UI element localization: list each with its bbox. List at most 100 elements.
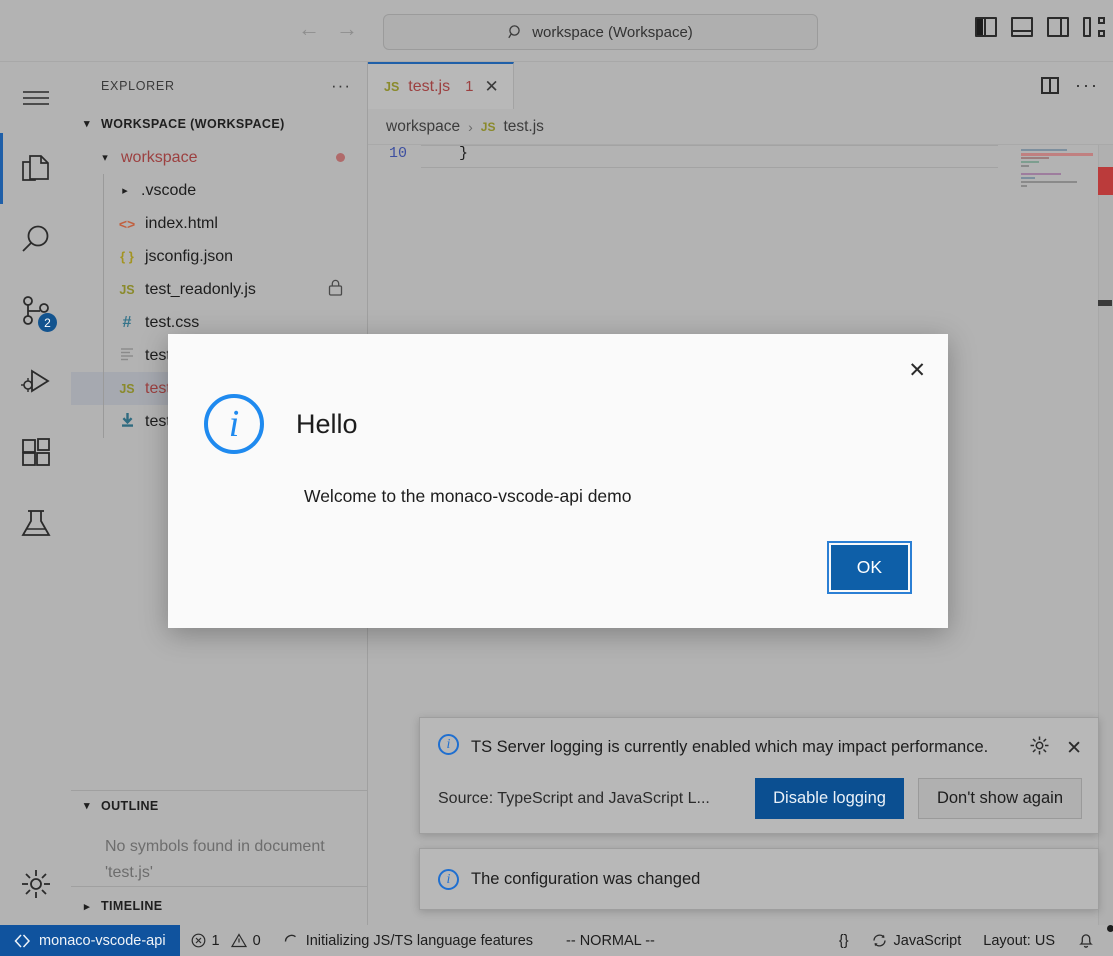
remote-icon <box>14 933 30 948</box>
source-control-badge: 2 <box>38 313 57 332</box>
language-task-status[interactable]: Initializing JS/TS language features <box>272 925 544 956</box>
file-label: test <box>145 412 171 430</box>
file-label: jsconfig.json <box>145 247 234 265</box>
title-bar: ← → workspace (Workspace) <box>0 0 1113 62</box>
search-icon <box>21 225 48 252</box>
file-label: .vscode <box>141 181 197 199</box>
js-file-icon: JS <box>119 282 135 297</box>
notification-ts-server-logging: i TS Server logging is currently enabled… <box>419 717 1099 834</box>
json-file-icon: { } <box>120 249 134 264</box>
layout-panel-icon[interactable] <box>1011 17 1033 37</box>
ok-button[interactable]: OK <box>826 541 913 594</box>
chevron-down-icon: ▾ <box>102 152 108 164</box>
tree-item-jsconfig-json[interactable]: { } jsconfig.json <box>71 240 367 273</box>
chevron-right-icon: ▸ <box>84 900 90 913</box>
sidebar-item-search[interactable] <box>0 204 71 275</box>
notifications-bell-button[interactable] <box>1066 925 1113 956</box>
manage-settings-button[interactable] <box>0 848 71 919</box>
task-label: Initializing JS/TS language features <box>305 932 534 949</box>
outline-header[interactable]: ▾ OUTLINE <box>71 791 367 820</box>
arrow-right-icon[interactable]: → <box>334 18 360 40</box>
explorer-title: EXPLORER <box>101 78 175 93</box>
overview-ruler-scrollbar[interactable] <box>1098 145 1113 925</box>
notification-configuration-changed: i The configuration was changed <box>419 848 1099 910</box>
info-icon: i <box>204 394 264 454</box>
tree-folder-workspace[interactable]: ▾ workspace <box>71 141 367 174</box>
tree-item-vscode[interactable]: ▸ .vscode <box>71 174 367 207</box>
js-file-icon: JS <box>384 79 400 94</box>
sidebar-item-menu[interactable] <box>0 62 71 133</box>
close-icon[interactable]: ✕ <box>484 77 498 97</box>
spinner-icon <box>284 934 296 942</box>
hamburger-menu-icon <box>22 90 49 105</box>
timeline-header[interactable]: ▸ TIMELINE <box>71 887 367 925</box>
explorer-more-actions-icon[interactable]: ··· <box>331 76 351 96</box>
bell-icon <box>1079 934 1093 948</box>
sidebar-item-source-control[interactable]: 2 <box>0 275 71 346</box>
html-file-icon: <> <box>118 215 136 232</box>
unsaved-indicator-dot <box>336 153 345 162</box>
run-debug-icon <box>20 368 50 393</box>
line-number: 10 <box>388 145 407 162</box>
layout-sidebar-right-icon[interactable] <box>1047 17 1069 37</box>
split-editor-icon[interactable] <box>1041 77 1060 94</box>
beaker-icon <box>20 509 51 536</box>
vim-mode-status[interactable]: -- NORMAL -- <box>544 925 666 956</box>
error-icon <box>191 933 205 948</box>
language-mode-status[interactable]: JavaScript <box>860 925 973 956</box>
workspace-section-header[interactable]: ▾ WORKSPACE (WORKSPACE) <box>71 109 367 138</box>
extensions-icon <box>21 437 50 466</box>
breadcrumb: workspace › JS test.js <box>368 109 1113 145</box>
sidebar-item-run-and-debug[interactable] <box>0 346 71 417</box>
close-icon[interactable]: ✕ <box>1066 737 1082 760</box>
error-marker[interactable] <box>1098 167 1113 195</box>
scrollbar-thumb[interactable] <box>1098 300 1112 306</box>
file-label: index.html <box>145 214 218 232</box>
keyboard-layout-status[interactable]: Layout: US <box>972 925 1066 956</box>
timeline-panel: ▸ TIMELINE <box>71 886 367 925</box>
dont-show-again-button[interactable]: Don't show again <box>917 778 1082 819</box>
notification-message: TS Server logging is currently enabled w… <box>471 738 989 756</box>
outline-panel: ▾ OUTLINE No symbols found in document '… <box>71 790 367 886</box>
problems-status[interactable]: 1 0 <box>180 925 272 956</box>
close-icon[interactable]: ✕ <box>908 358 926 383</box>
info-icon: i <box>438 734 459 755</box>
dialog-message: Welcome to the monaco-vscode-api demo <box>304 486 632 506</box>
disable-logging-button[interactable]: Disable logging <box>755 778 904 819</box>
sidebar-item-explorer[interactable] <box>0 133 71 204</box>
language-label: JavaScript <box>893 932 962 949</box>
layout-sidebar-left-icon[interactable] <box>975 17 997 37</box>
command-center-search[interactable]: workspace (Workspace) <box>383 14 818 50</box>
braces-status[interactable]: {} <box>828 925 860 956</box>
sync-icon <box>872 934 886 947</box>
tree-item-test-readonly-js[interactable]: JS test_readonly.js <box>71 273 367 306</box>
hello-dialog: ✕ i Hello Welcome to the monaco-vscode-a… <box>168 334 948 628</box>
gear-icon[interactable] <box>1029 735 1050 762</box>
tab-test-js[interactable]: JS test.js 1 ✕ <box>368 62 514 109</box>
arrow-left-icon[interactable]: ← <box>296 18 322 40</box>
download-file-icon <box>117 412 137 431</box>
breadcrumb-file[interactable]: test.js <box>503 118 543 136</box>
editor-tab-actions: ··· <box>1041 62 1113 109</box>
sidebar-item-extensions[interactable] <box>0 417 71 488</box>
js-file-icon: JS <box>119 381 135 396</box>
status-bar: monaco-vscode-api 1 0 Initializing JS/TS… <box>0 925 1113 956</box>
gear-icon <box>21 869 50 898</box>
file-label: test.css <box>145 313 200 331</box>
workspace-section-label: WORKSPACE (WORKSPACE) <box>101 116 285 131</box>
file-label: test_readonly.js <box>145 280 256 298</box>
explorer-header: EXPLORER ··· <box>71 62 367 109</box>
more-actions-icon[interactable]: ··· <box>1075 75 1099 96</box>
notification-dot <box>1107 925 1113 932</box>
remote-indicator[interactable]: monaco-vscode-api <box>0 925 180 956</box>
tree-item-index-html[interactable]: <> index.html <box>71 207 367 240</box>
layout-customize-icon[interactable] <box>1083 17 1105 37</box>
sidebar-item-testing[interactable] <box>0 488 71 559</box>
status-bar-right: {} JavaScript Layout: US <box>828 925 1113 956</box>
breadcrumb-root[interactable]: workspace <box>386 118 460 136</box>
outline-title: OUTLINE <box>101 798 159 813</box>
layout-controls <box>975 17 1105 37</box>
file-label: test <box>145 379 171 397</box>
warning-icon <box>230 933 247 948</box>
error-count: 1 <box>211 932 220 949</box>
